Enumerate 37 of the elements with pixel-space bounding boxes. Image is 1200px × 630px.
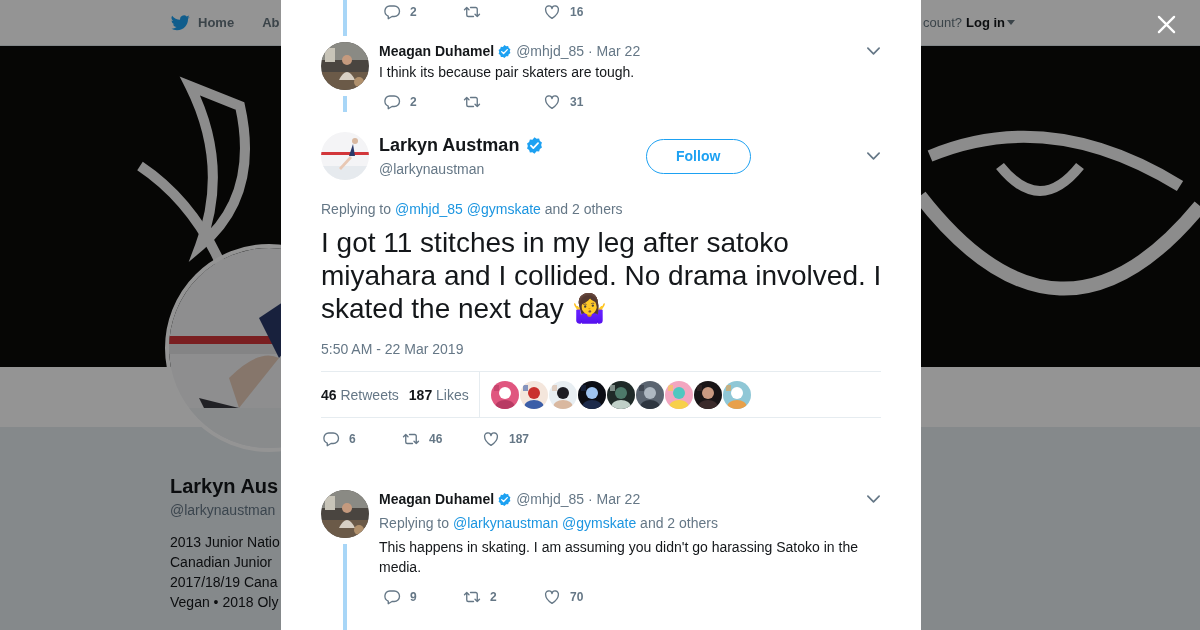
author-handle[interactable]: @mhjd_85	[516, 491, 585, 507]
retweets-stat[interactable]: 46 Retweets	[321, 386, 399, 403]
reply-count: 2	[410, 5, 417, 19]
bio-line: Canadian Junior	[170, 553, 272, 572]
caret-icon[interactable]	[1007, 20, 1015, 25]
chevron-icon[interactable]	[866, 494, 881, 504]
nav-link[interactable]: Ab	[262, 15, 280, 30]
like-count: 16	[570, 5, 584, 19]
author-name[interactable]: Meagan Duhamel	[379, 491, 495, 507]
bird-icon[interactable]	[171, 14, 190, 31]
tweet-date[interactable]: · Mar 22	[588, 491, 641, 507]
profile-name: Larkyn Aus	[170, 474, 279, 499]
reply-count: 9	[410, 590, 417, 604]
reply-count: 6	[349, 432, 356, 446]
reply-icon[interactable]	[322, 430, 340, 448]
login-link[interactable]: Log in	[966, 15, 1015, 30]
mention-link[interactable]: @larkynaustman	[452, 515, 559, 531]
retweet-count: 46	[429, 432, 443, 446]
nav-link[interactable]: Home	[171, 14, 235, 31]
tweet-text: This happens in skating. I am assuming you didn't go harassing Satoko in the media.	[379, 538, 859, 577]
close-icon[interactable]	[1157, 15, 1176, 34]
like-icon[interactable]	[543, 588, 561, 606]
bio-line: 2013 Junior Natio	[170, 533, 280, 552]
like-icon[interactable]	[482, 430, 500, 448]
mention-link[interactable]: @gymskate	[562, 515, 637, 531]
like-count: 187	[509, 432, 530, 446]
bio-line: 2017/18/19 Cana	[170, 573, 278, 592]
bio-line: Vegan • 2018 Oly	[170, 593, 279, 612]
account-prompt: count?	[922, 15, 962, 30]
reply-icon[interactable]	[383, 588, 401, 606]
like-count: 70	[570, 590, 584, 604]
profile-handle: @larkynaustman	[170, 501, 276, 520]
like-icon[interactable]	[543, 3, 561, 21]
likes-stat[interactable]: 187 Likes	[408, 386, 469, 403]
retweet-count: 2	[490, 590, 497, 604]
replying-line: Replying to @larkynaustman @gymskate and 2 others	[379, 514, 719, 532]
reply-icon[interactable]	[383, 3, 401, 21]
